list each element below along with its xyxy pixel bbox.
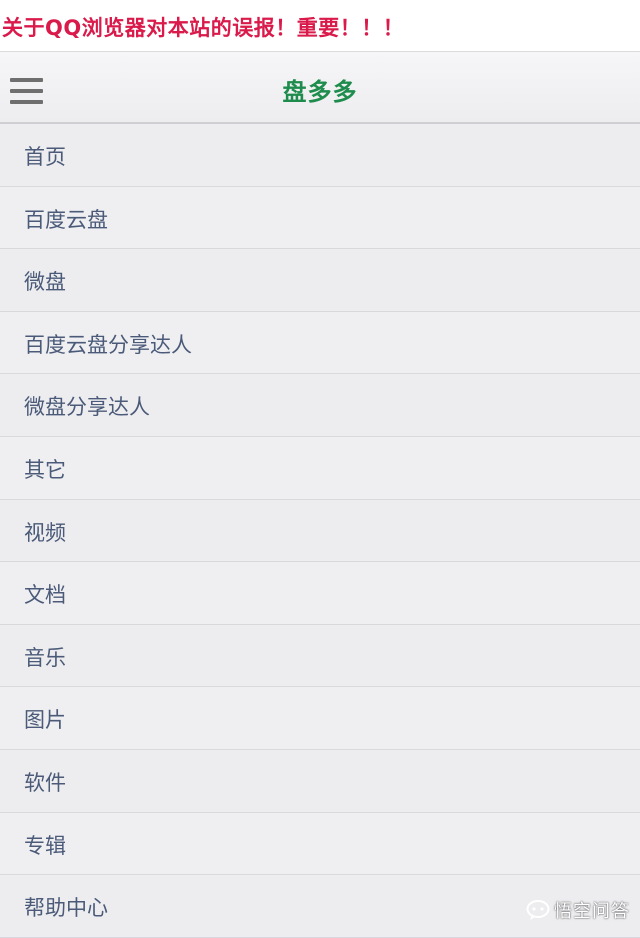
nav-item-other[interactable]: 其它 [0, 436, 640, 500]
nav-item-images[interactable]: 图片 [0, 687, 640, 750]
nav-item-music[interactable]: 音乐 [0, 624, 640, 688]
nav-item-weipan[interactable]: 微盘 [0, 249, 640, 312]
notice-link[interactable]: 关于QQ浏览器对本站的误报！重要！！！ [2, 12, 404, 42]
watermark-text: 悟空问答 [554, 901, 630, 922]
nav-item-software[interactable]: 软件 [0, 749, 640, 813]
site-title: 盘多多 [282, 78, 358, 106]
nav-item-label: 百度云盘分享达人 [24, 332, 192, 357]
nav-menu: 首页 百度云盘 微盘 百度云盘分享达人 微盘分享达人 其它 视频 文档 音乐 图… [0, 124, 640, 938]
top-header: 盘多多 [0, 52, 640, 124]
nav-item-documents[interactable]: 文档 [0, 562, 640, 625]
nav-item-label: 微盘 [24, 270, 66, 295]
nav-item-baidu-sharers[interactable]: 百度云盘分享达人 [0, 311, 640, 375]
nav-item-albums[interactable]: 专辑 [0, 812, 640, 876]
nav-item-label: 音乐 [24, 645, 66, 670]
nav-item-baidu-cloud[interactable]: 百度云盘 [0, 186, 640, 250]
nav-item-label: 其它 [24, 457, 66, 482]
nav-item-label: 视频 [24, 520, 66, 545]
watermark: 悟空问答 [526, 897, 630, 923]
nav-item-label: 专辑 [24, 833, 66, 858]
nav-item-weipan-sharers[interactable]: 微盘分享达人 [0, 374, 640, 437]
nav-item-label: 文档 [24, 583, 66, 608]
nav-item-label: 帮助中心 [24, 896, 108, 921]
nav-item-label: 软件 [24, 770, 66, 795]
nav-item-label: 百度云盘 [24, 207, 108, 232]
nav-item-video[interactable]: 视频 [0, 499, 640, 563]
notice-bar: 关于QQ浏览器对本站的误报！重要！！！ [0, 0, 640, 52]
speech-bubble-logo-icon [526, 900, 550, 920]
nav-item-label: 微盘分享达人 [24, 395, 150, 420]
nav-item-label: 首页 [24, 145, 66, 169]
nav-item-label: 图片 [24, 708, 66, 733]
nav-item-home[interactable]: 首页 [0, 124, 640, 187]
